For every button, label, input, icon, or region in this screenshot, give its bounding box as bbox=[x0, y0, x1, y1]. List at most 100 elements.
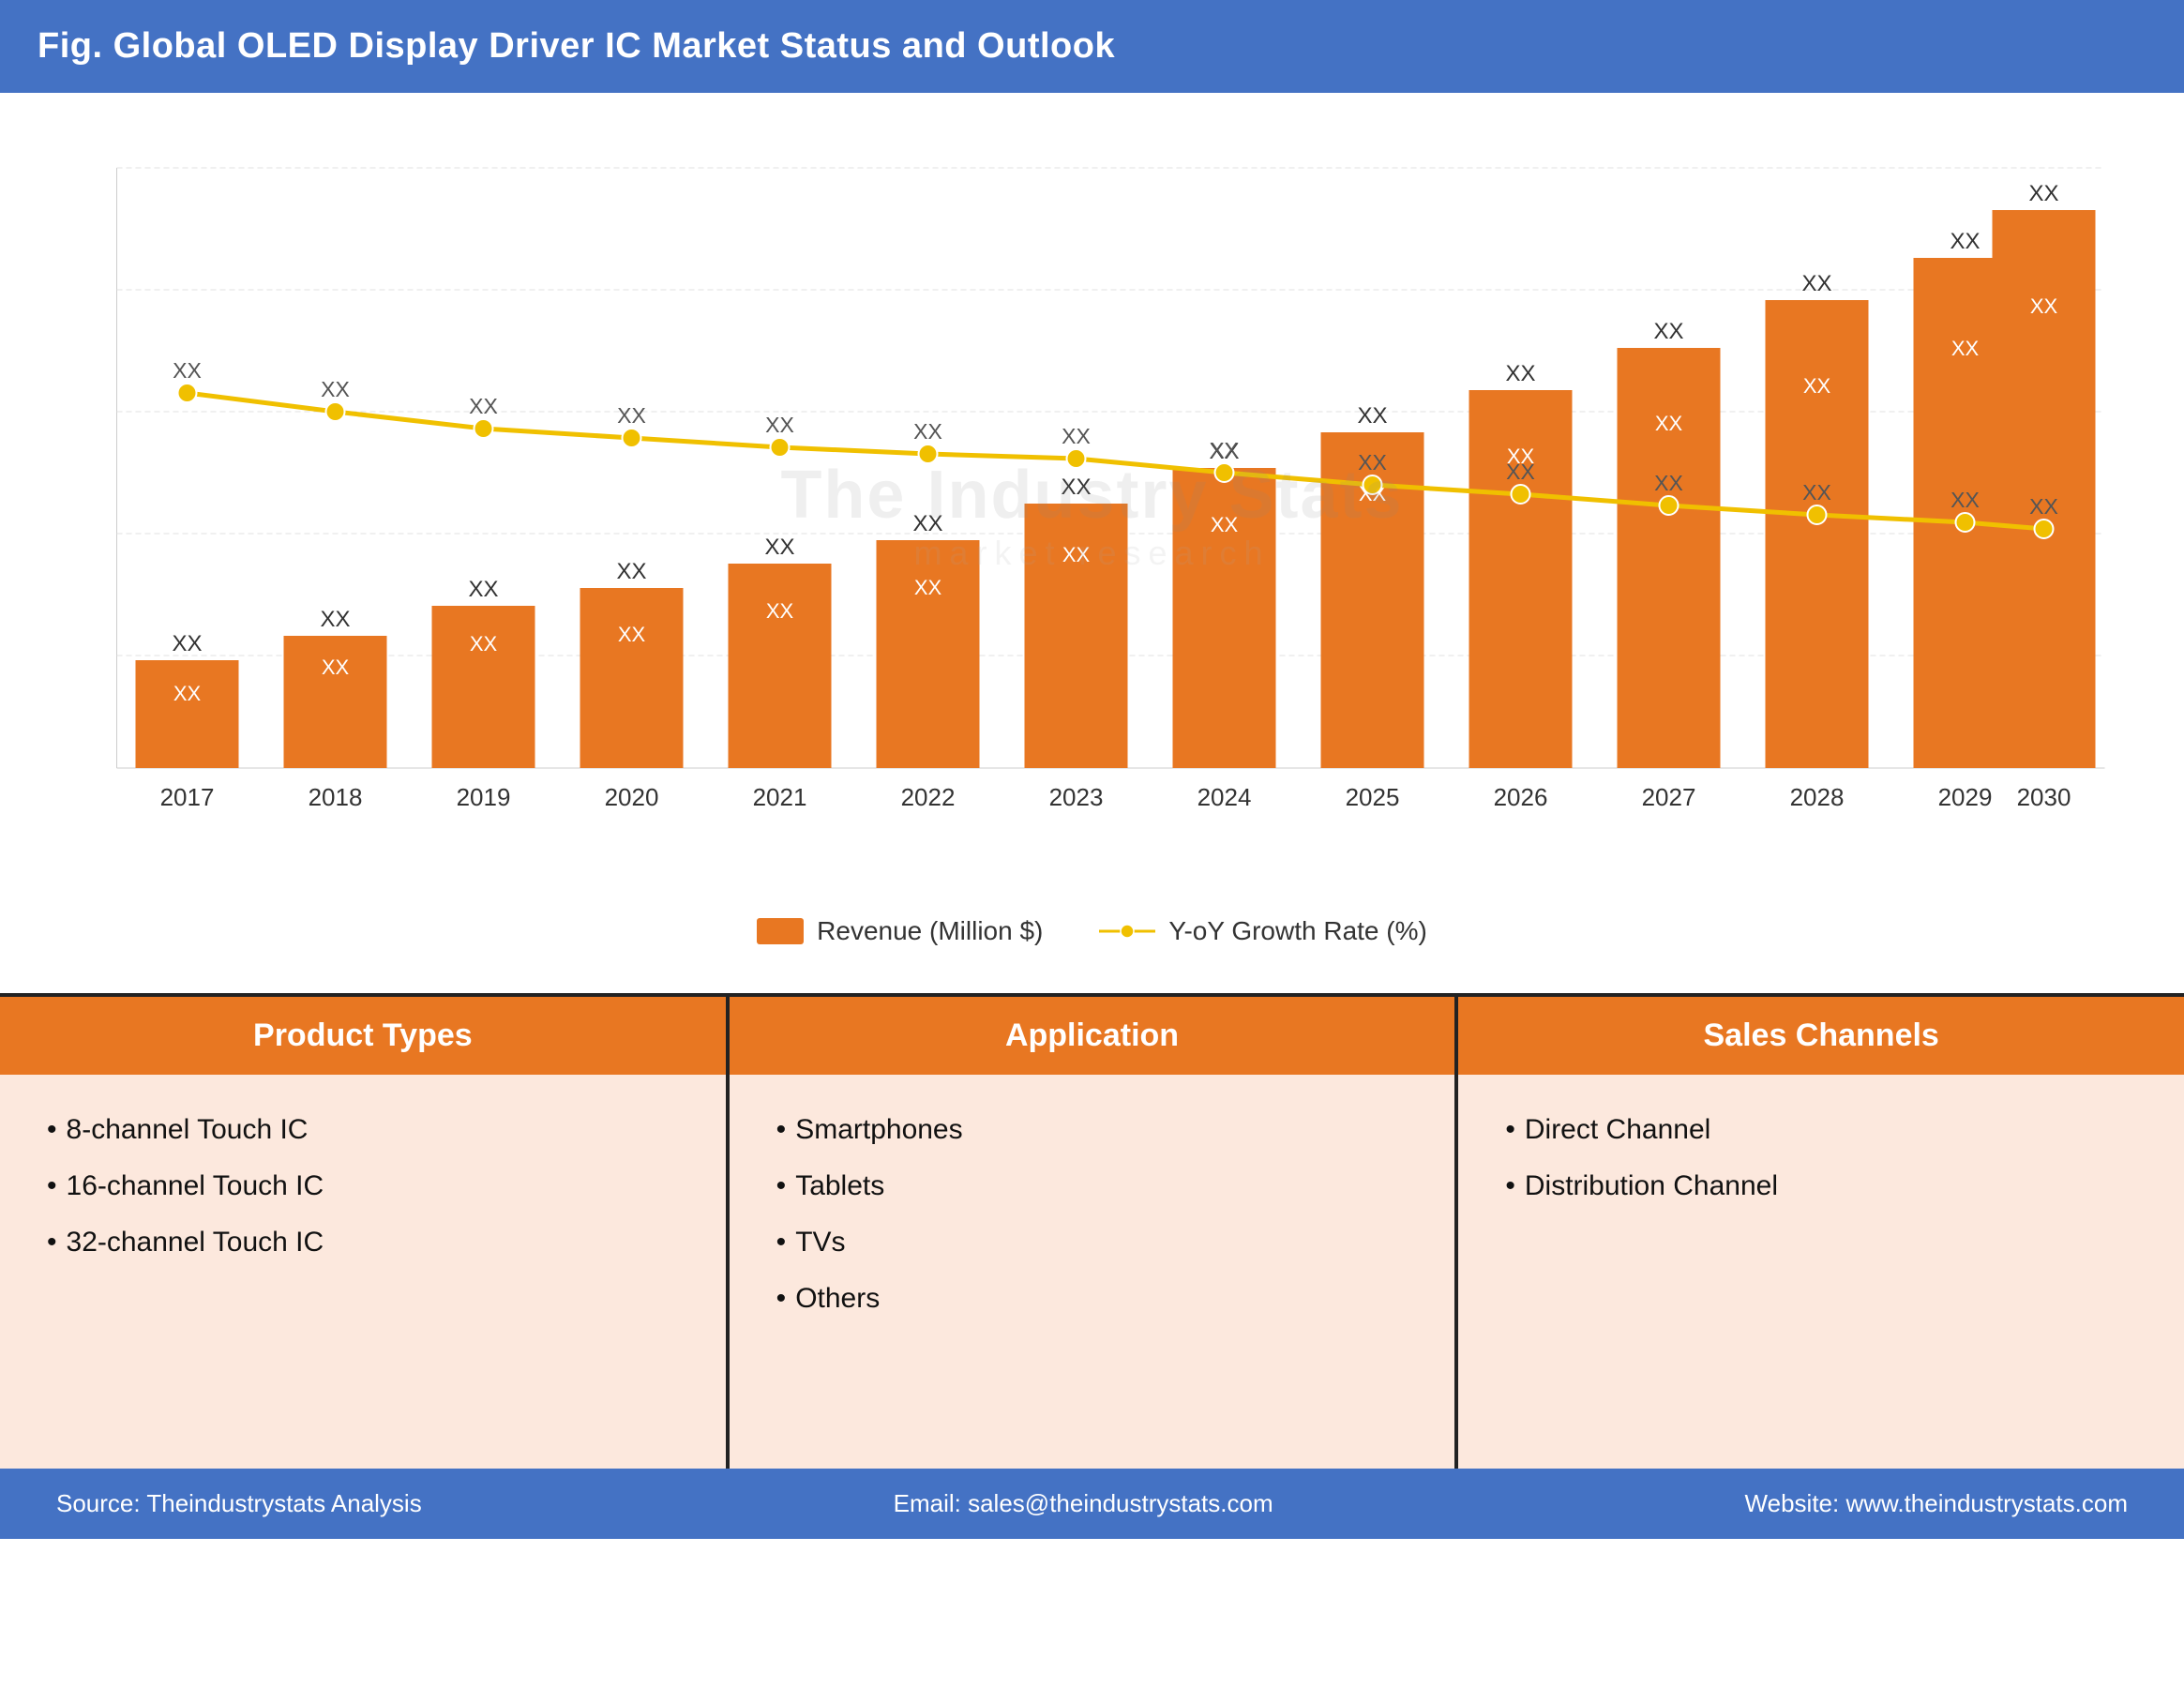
svg-text:XX: XX bbox=[1062, 543, 1091, 566]
dot-2019 bbox=[474, 419, 493, 438]
svg-text:XX: XX bbox=[1505, 361, 1535, 386]
chart-container: The Industry Stats market research XX bbox=[56, 130, 2128, 899]
svg-text:XX: XX bbox=[1062, 424, 1091, 448]
dot-2027 bbox=[1660, 496, 1679, 515]
chart-legend: Revenue (Million $) Y-oY Growth Rate (%) bbox=[56, 899, 2128, 974]
bar-2019 bbox=[432, 606, 535, 768]
legend-line-svg bbox=[1099, 918, 1155, 944]
svg-text:XX: XX bbox=[764, 535, 794, 560]
chart-title: Fig. Global OLED Display Driver IC Marke… bbox=[38, 26, 1115, 66]
svg-text:2023: 2023 bbox=[1049, 783, 1104, 811]
svg-text:XX: XX bbox=[1950, 229, 1980, 254]
svg-text:XX: XX bbox=[173, 358, 202, 383]
list-item: Others bbox=[776, 1279, 1408, 1319]
dot-2017 bbox=[178, 384, 197, 402]
product-types-col: Product Types 8-channel Touch IC 16-chan… bbox=[0, 997, 730, 1469]
svg-text:XX: XX bbox=[172, 631, 202, 656]
chart-svg: XX XX 2017 XX XX 2018 XX XX 2019 XX XX 2… bbox=[56, 130, 2128, 899]
svg-text:XX: XX bbox=[2029, 494, 2058, 519]
svg-text:XX: XX bbox=[468, 577, 498, 602]
svg-text:XX: XX bbox=[912, 511, 942, 536]
application-list: Smartphones Tablets TVs Others bbox=[776, 1110, 1408, 1319]
svg-text:XX: XX bbox=[1358, 450, 1387, 475]
svg-text:XX: XX bbox=[321, 377, 350, 401]
dot-2030 bbox=[2035, 520, 2054, 538]
dot-2020 bbox=[623, 429, 641, 447]
product-types-header: Product Types bbox=[0, 997, 726, 1075]
bar-2020 bbox=[580, 588, 684, 768]
svg-text:XX: XX bbox=[1357, 403, 1387, 429]
list-item: TVs bbox=[776, 1223, 1408, 1262]
svg-text:XX: XX bbox=[322, 656, 350, 679]
bar-2022 bbox=[877, 540, 980, 768]
dot-2023 bbox=[1067, 449, 1086, 468]
list-item: 8-channel Touch IC bbox=[47, 1110, 679, 1150]
svg-text:2021: 2021 bbox=[753, 783, 807, 811]
legend-label-growth: Y-oY Growth Rate (%) bbox=[1168, 916, 1426, 946]
svg-text:2027: 2027 bbox=[1642, 783, 1696, 811]
svg-text:XX: XX bbox=[617, 403, 646, 428]
list-item: 16-channel Touch IC bbox=[47, 1167, 679, 1206]
dot-2024 bbox=[1215, 463, 1234, 482]
bar-2028 bbox=[1766, 300, 1869, 768]
svg-text:XX: XX bbox=[1951, 488, 1980, 512]
svg-text:XX: XX bbox=[1210, 438, 1239, 462]
svg-text:XX: XX bbox=[1655, 412, 1683, 435]
chart-area: The Industry Stats market research XX bbox=[0, 93, 2184, 993]
sales-channels-list: Direct Channel Distribution Channel bbox=[1505, 1110, 2137, 1206]
svg-text:2028: 2028 bbox=[1790, 783, 1845, 811]
page-wrapper: Fig. Global OLED Display Driver IC Marke… bbox=[0, 0, 2184, 1703]
svg-text:XX: XX bbox=[913, 419, 942, 444]
svg-text:XX: XX bbox=[766, 599, 794, 623]
svg-text:2017: 2017 bbox=[160, 783, 215, 811]
distribution-channel-item: Distribution Channel bbox=[1505, 1167, 2137, 1206]
application-header: Application bbox=[730, 997, 1455, 1075]
dot-2026 bbox=[1512, 485, 1530, 504]
legend-growth: Y-oY Growth Rate (%) bbox=[1099, 916, 1426, 946]
svg-text:XX: XX bbox=[470, 632, 498, 656]
sales-channels-header: Sales Channels bbox=[1458, 997, 2184, 1075]
product-types-content: 8-channel Touch IC 16-channel Touch IC 3… bbox=[0, 1075, 726, 1469]
svg-text:XX: XX bbox=[618, 623, 646, 646]
svg-text:XX: XX bbox=[1654, 471, 1683, 495]
bar-2021 bbox=[729, 564, 832, 768]
svg-text:2024: 2024 bbox=[1197, 783, 1252, 811]
svg-text:2026: 2026 bbox=[1494, 783, 1548, 811]
svg-text:XX: XX bbox=[1653, 319, 1683, 344]
dot-2021 bbox=[771, 438, 790, 457]
legend-label-revenue: Revenue (Million $) bbox=[817, 916, 1043, 946]
svg-text:XX: XX bbox=[1951, 337, 1980, 360]
svg-text:XX: XX bbox=[765, 413, 794, 437]
svg-text:XX: XX bbox=[616, 559, 646, 584]
legend-box-revenue bbox=[757, 918, 804, 944]
sales-channels-content: Direct Channel Distribution Channel bbox=[1458, 1075, 2184, 1469]
chart-header: Fig. Global OLED Display Driver IC Marke… bbox=[0, 0, 2184, 93]
dot-2022 bbox=[919, 445, 938, 463]
svg-text:XX: XX bbox=[1802, 480, 1831, 505]
list-item: Tablets bbox=[776, 1167, 1408, 1206]
svg-text:XX: XX bbox=[1801, 271, 1831, 296]
svg-text:2025: 2025 bbox=[1346, 783, 1400, 811]
svg-text:2018: 2018 bbox=[309, 783, 363, 811]
dot-2029 bbox=[1956, 513, 1975, 532]
svg-text:XX: XX bbox=[1211, 513, 1239, 536]
footer-website: Website: www.theindustrystats.com bbox=[1745, 1489, 2128, 1518]
svg-text:XX: XX bbox=[469, 394, 498, 418]
dot-2028 bbox=[1808, 505, 1827, 524]
footer-source: Source: Theindustrystats Analysis bbox=[56, 1489, 422, 1518]
footer: Source: Theindustrystats Analysis Email:… bbox=[0, 1469, 2184, 1539]
svg-text:XX: XX bbox=[2030, 294, 2058, 318]
bottom-section: Product Types 8-channel Touch IC 16-chan… bbox=[0, 993, 2184, 1469]
svg-text:2020: 2020 bbox=[605, 783, 659, 811]
dot-2018 bbox=[326, 402, 345, 421]
svg-text:XX: XX bbox=[1803, 374, 1831, 398]
svg-text:2029: 2029 bbox=[1938, 783, 1993, 811]
application-content: Smartphones Tablets TVs Others bbox=[730, 1075, 1455, 1469]
direct-channel-item: Direct Channel bbox=[1505, 1110, 2137, 1150]
svg-text:2022: 2022 bbox=[901, 783, 956, 811]
svg-text:XX: XX bbox=[914, 576, 942, 599]
svg-text:XX: XX bbox=[1506, 460, 1535, 484]
footer-email: Email: sales@theindustrystats.com bbox=[894, 1489, 1273, 1518]
sales-channels-col: Sales Channels Direct Channel Distributi… bbox=[1458, 997, 2184, 1469]
dot-2025 bbox=[1363, 475, 1382, 494]
